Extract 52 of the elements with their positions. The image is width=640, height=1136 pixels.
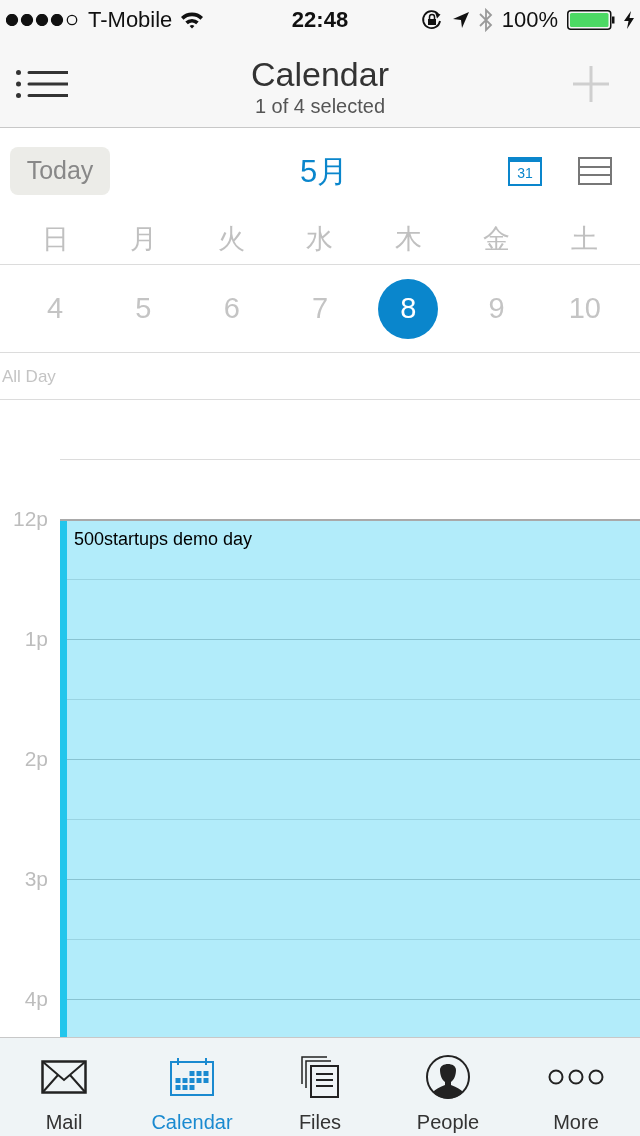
- weekday-label: 金: [483, 225, 511, 253]
- tab-bar-item[interactable]: Mail: [0, 1038, 128, 1136]
- documents-icon: [301, 1056, 339, 1098]
- battery-percentage: 100%: [501, 9, 558, 31]
- tab-bar-item[interactable]: Files: [256, 1038, 384, 1136]
- all-day-label: All Day: [2, 367, 56, 385]
- hour-label: 3p: [24, 868, 48, 890]
- wifi-icon: [180, 11, 205, 29]
- month-title: 5月: [298, 155, 349, 187]
- weekday-label: 日: [41, 225, 69, 253]
- bluetooth-icon: [478, 8, 493, 32]
- day-button[interactable]: 10: [554, 278, 615, 339]
- month-view-button[interactable]: 31: [508, 156, 542, 186]
- clock-time: 22:48: [291, 9, 349, 31]
- nav-subtitle: 1 of 4 selected: [254, 93, 386, 118]
- orientation-lock-icon: [420, 9, 443, 31]
- day-button[interactable]: 9: [466, 278, 527, 339]
- location-arrow-icon: [451, 11, 470, 29]
- weekday-label: 水: [306, 225, 334, 253]
- plus-icon: [573, 65, 609, 102]
- event-title: 500startups demo day: [74, 528, 253, 550]
- day-button[interactable]: 7: [290, 278, 350, 339]
- tab-bar-item[interactable]: People: [384, 1038, 512, 1136]
- nav-title: Calendar: [251, 53, 389, 94]
- today-button[interactable]: Today: [10, 147, 110, 195]
- signal-strength-icon: [6, 14, 80, 26]
- menu-icon: [16, 69, 68, 98]
- hour-label: 2p: [24, 748, 48, 770]
- charging-bolt-icon: [624, 11, 634, 29]
- weekday-label: 木: [394, 225, 422, 253]
- day-button[interactable]: 5: [113, 278, 174, 339]
- hour-label: 4p: [24, 988, 48, 1010]
- day-button[interactable]: 4: [25, 278, 86, 339]
- calendar-icon: [170, 1058, 214, 1096]
- calendar-event[interactable]: 500startups demo day: [60, 519, 640, 1037]
- list-view-button[interactable]: [578, 156, 612, 186]
- tab-bar-item[interactable]: Calendar: [128, 1038, 256, 1136]
- tab-bar-item[interactable]: More: [512, 1038, 640, 1136]
- carrier-name: T-Mobile: [88, 9, 173, 31]
- day-button[interactable]: 6: [201, 278, 262, 339]
- day-button[interactable]: 8: [378, 278, 439, 339]
- weekday-label: 火: [218, 225, 246, 253]
- list-icon: [578, 157, 612, 185]
- weekday-label: 月: [129, 225, 157, 253]
- more-icon: [548, 1069, 604, 1085]
- weekday-label: 土: [571, 225, 599, 253]
- hour-label: 1p: [24, 628, 48, 650]
- menu-button[interactable]: [16, 68, 68, 99]
- envelope-icon: [41, 1060, 87, 1094]
- battery-icon: [567, 10, 615, 30]
- hour-label: 12p: [12, 508, 48, 530]
- person-silhouette-icon: [426, 1055, 470, 1099]
